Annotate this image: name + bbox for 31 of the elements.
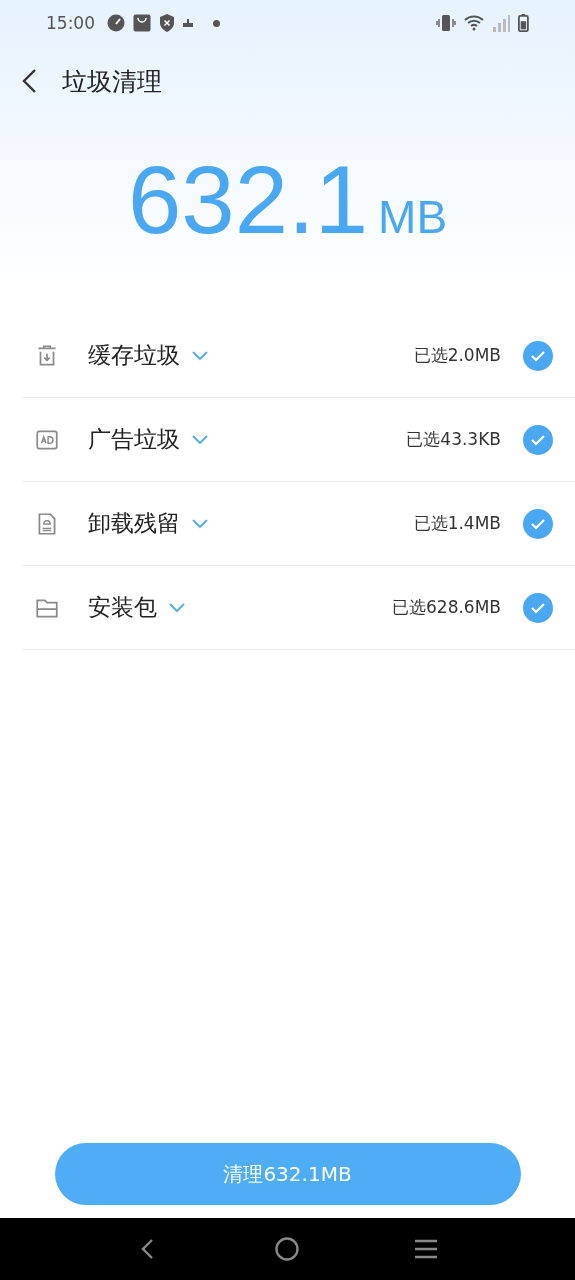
home-nav-icon[interactable] — [275, 1237, 300, 1261]
category-label[interactable]: 卸载残留 — [88, 508, 180, 539]
checkbox[interactable] — [523, 340, 553, 371]
wifi-icon — [464, 14, 485, 32]
menu-icon[interactable] — [413, 1237, 438, 1261]
chevron-down-icon[interactable] — [192, 518, 208, 529]
selected-size: 已选2.0MB — [413, 344, 501, 367]
checkbox[interactable] — [523, 424, 553, 455]
vibrate-icon — [436, 14, 457, 32]
category-label[interactable]: 安装包 — [88, 592, 157, 623]
total-size-unit: MB — [378, 190, 448, 244]
dot-icon — [213, 19, 220, 27]
speedometer-icon — [107, 14, 125, 32]
status-time: 15:00 — [46, 13, 95, 33]
total-size: 632.1 — [127, 152, 369, 248]
category-label[interactable]: 广告垃圾 — [88, 424, 180, 455]
small-status-icon — [183, 19, 193, 27]
shield-icon — [159, 14, 175, 32]
selected-size: 已选1.4MB — [413, 512, 501, 535]
selected-size: 已选628.6MB — [392, 596, 501, 619]
signal-icon — [492, 14, 511, 32]
chevron-down-icon[interactable] — [192, 434, 208, 445]
checkbox[interactable] — [523, 592, 553, 623]
checkbox[interactable] — [523, 508, 553, 539]
category-label[interactable]: 缓存垃圾 — [88, 340, 180, 371]
chevron-down-icon[interactable] — [169, 602, 185, 613]
shopping-bag-icon — [133, 14, 151, 32]
page-title: 垃圾清理 — [62, 65, 162, 98]
battery-icon — [518, 14, 529, 32]
selected-size: 已选43.3KB — [406, 428, 501, 451]
chevron-down-icon[interactable] — [192, 350, 208, 361]
